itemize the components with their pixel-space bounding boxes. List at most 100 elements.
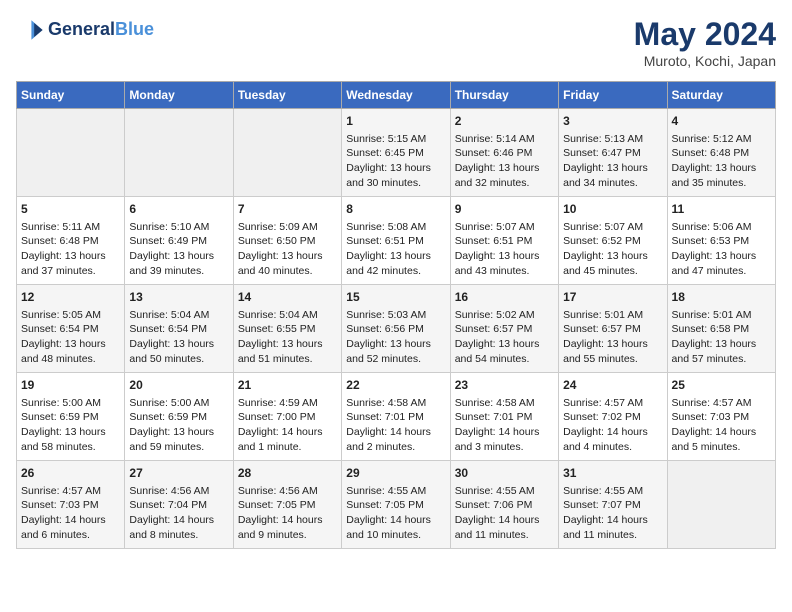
cell-content: Daylight: 14 hours	[672, 425, 771, 440]
calendar-cell: 5 Sunrise: 5:11 AMSunset: 6:48 PMDaylight…	[17, 197, 125, 285]
calendar-cell: 15Sunrise: 5:03 AMSunset: 6:56 PMDayligh…	[342, 285, 450, 373]
cell-content: Sunset: 6:48 PM	[21, 234, 120, 249]
cell-content: Sunrise: 4:59 AM	[238, 396, 337, 411]
cell-content: Sunrise: 5:02 AM	[455, 308, 554, 323]
calendar-cell: 11Sunrise: 5:06 AMSunset: 6:53 PMDayligh…	[667, 197, 775, 285]
cell-content: Daylight: 14 hours	[563, 425, 662, 440]
cell-content: and 59 minutes.	[129, 440, 228, 455]
calendar-cell: 14Sunrise: 5:04 AMSunset: 6:55 PMDayligh…	[233, 285, 341, 373]
day-number: 2	[455, 113, 554, 130]
day-number: 16	[455, 289, 554, 306]
cell-content: Sunrise: 5:07 AM	[455, 220, 554, 235]
cell-content: and 48 minutes.	[21, 352, 120, 367]
cell-content: Sunrise: 5:13 AM	[563, 132, 662, 147]
cell-content: and 35 minutes.	[672, 176, 771, 191]
calendar-cell: 13Sunrise: 5:04 AMSunset: 6:54 PMDayligh…	[125, 285, 233, 373]
logo-text: GeneralBlue	[48, 20, 154, 40]
cell-content: Daylight: 13 hours	[672, 337, 771, 352]
cell-content: Daylight: 13 hours	[129, 249, 228, 264]
calendar-week-row: 1Sunrise: 5:15 AMSunset: 6:45 PMDaylight…	[17, 109, 776, 197]
cell-content: Sunset: 7:03 PM	[21, 498, 120, 513]
day-number: 5	[21, 201, 120, 218]
day-header-saturday: Saturday	[667, 82, 775, 109]
day-header-monday: Monday	[125, 82, 233, 109]
cell-content: Sunrise: 5:01 AM	[672, 308, 771, 323]
location: Muroto, Kochi, Japan	[634, 53, 776, 69]
day-number: 23	[455, 377, 554, 394]
calendar-cell: 23Sunrise: 4:58 AMSunset: 7:01 PMDayligh…	[450, 373, 558, 461]
cell-content: Sunrise: 5:15 AM	[346, 132, 445, 147]
cell-content: Sunrise: 5:00 AM	[21, 396, 120, 411]
cell-content: Sunset: 6:54 PM	[129, 322, 228, 337]
calendar-cell: 28Sunrise: 4:56 AMSunset: 7:05 PMDayligh…	[233, 461, 341, 549]
cell-content: Sunset: 7:02 PM	[563, 410, 662, 425]
day-header-sunday: Sunday	[17, 82, 125, 109]
main-title: May 2024	[634, 16, 776, 53]
cell-content: Daylight: 13 hours	[563, 337, 662, 352]
cell-content: Sunrise: 5:03 AM	[346, 308, 445, 323]
day-number: 19	[21, 377, 120, 394]
cell-content: and 1 minute.	[238, 440, 337, 455]
cell-content: Sunrise: 5:05 AM	[21, 308, 120, 323]
cell-content: Daylight: 13 hours	[21, 425, 120, 440]
cell-content: and 11 minutes.	[455, 528, 554, 543]
cell-content: Sunrise: 5:11 AM	[21, 220, 120, 235]
day-number: 1	[346, 113, 445, 130]
calendar-cell: 20Sunrise: 5:00 AMSunset: 6:59 PMDayligh…	[125, 373, 233, 461]
calendar-week-row: 26Sunrise: 4:57 AMSunset: 7:03 PMDayligh…	[17, 461, 776, 549]
cell-content: Sunrise: 5:08 AM	[346, 220, 445, 235]
cell-content: Sunset: 6:54 PM	[21, 322, 120, 337]
cell-content: Sunrise: 4:58 AM	[346, 396, 445, 411]
cell-content: Sunset: 7:00 PM	[238, 410, 337, 425]
cell-content: Sunrise: 4:58 AM	[455, 396, 554, 411]
cell-content: Sunrise: 4:57 AM	[563, 396, 662, 411]
calendar-cell: 24Sunrise: 4:57 AMSunset: 7:02 PMDayligh…	[559, 373, 667, 461]
cell-content: and 11 minutes.	[563, 528, 662, 543]
cell-content: Daylight: 14 hours	[346, 425, 445, 440]
cell-content: Sunset: 7:05 PM	[346, 498, 445, 513]
day-number: 7	[238, 201, 337, 218]
day-number: 9	[455, 201, 554, 218]
cell-content: and 5 minutes.	[672, 440, 771, 455]
cell-content: and 6 minutes.	[21, 528, 120, 543]
cell-content: Daylight: 14 hours	[238, 513, 337, 528]
cell-content: Sunrise: 4:55 AM	[455, 484, 554, 499]
calendar-cell: 3Sunrise: 5:13 AMSunset: 6:47 PMDaylight…	[559, 109, 667, 197]
calendar-cell: 4Sunrise: 5:12 AMSunset: 6:48 PMDaylight…	[667, 109, 775, 197]
cell-content: and 34 minutes.	[563, 176, 662, 191]
cell-content: Sunset: 6:49 PM	[129, 234, 228, 249]
cell-content: Sunset: 7:04 PM	[129, 498, 228, 513]
day-number: 20	[129, 377, 228, 394]
header: GeneralBlue May 2024 Muroto, Kochi, Japa…	[16, 16, 776, 69]
cell-content: Sunset: 6:58 PM	[672, 322, 771, 337]
cell-content: and 39 minutes.	[129, 264, 228, 279]
cell-content: Daylight: 13 hours	[21, 249, 120, 264]
cell-content: Daylight: 13 hours	[346, 161, 445, 176]
cell-content: Sunrise: 4:56 AM	[129, 484, 228, 499]
calendar-cell: 27Sunrise: 4:56 AMSunset: 7:04 PMDayligh…	[125, 461, 233, 549]
cell-content: and 8 minutes.	[129, 528, 228, 543]
cell-content: Sunrise: 5:04 AM	[238, 308, 337, 323]
cell-content: Sunrise: 4:57 AM	[672, 396, 771, 411]
calendar-cell: 18Sunrise: 5:01 AMSunset: 6:58 PMDayligh…	[667, 285, 775, 373]
cell-content: Sunrise: 5:14 AM	[455, 132, 554, 147]
calendar-week-row: 5Sunrise: 5:11 AMSunset: 6:48 PMDaylight…	[17, 197, 776, 285]
cell-content: Sunrise: 4:55 AM	[346, 484, 445, 499]
cell-content: Sunrise: 5:12 AM	[672, 132, 771, 147]
cell-content: Daylight: 14 hours	[563, 513, 662, 528]
day-number: 27	[129, 465, 228, 482]
cell-content: Sunrise: 5:10 AM	[129, 220, 228, 235]
cell-content: Daylight: 14 hours	[238, 425, 337, 440]
day-number: 25	[672, 377, 771, 394]
cell-content: and 37 minutes.	[21, 264, 120, 279]
cell-content: Sunset: 6:50 PM	[238, 234, 337, 249]
day-number: 17	[563, 289, 662, 306]
cell-content: and 57 minutes.	[672, 352, 771, 367]
calendar-cell	[125, 109, 233, 197]
calendar-cell	[17, 109, 125, 197]
cell-content: and 9 minutes.	[238, 528, 337, 543]
cell-content: and 40 minutes.	[238, 264, 337, 279]
calendar-cell: 17Sunrise: 5:01 AMSunset: 6:57 PMDayligh…	[559, 285, 667, 373]
cell-content: Daylight: 13 hours	[129, 337, 228, 352]
cell-content: and 55 minutes.	[563, 352, 662, 367]
